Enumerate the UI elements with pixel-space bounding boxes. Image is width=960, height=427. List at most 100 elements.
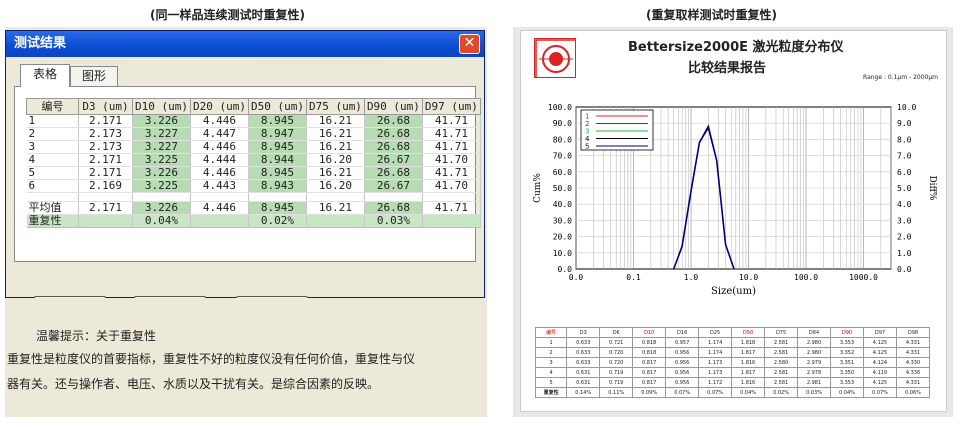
report-column-header: D10	[632, 327, 667, 338]
report-row: 2 0.633 0.720 0.818 0.956 1.174 1.817 2.581 2.98…	[534, 347, 931, 358]
table-cell: 平均值	[26, 201, 79, 215]
report-cell: 0.956	[665, 347, 700, 358]
table-row: 6 2.169 3.225 4.443 8.943 16.20 26.67 41.70	[26, 179, 481, 193]
window-titlebar[interactable]: 测试结果 ✕	[6, 31, 484, 57]
x-tick-label: 1000.0	[849, 273, 878, 282]
report-cell: 0.631	[566, 377, 601, 388]
report-cell: 1.172	[698, 377, 733, 388]
table-cell: 0.03%	[364, 214, 423, 228]
report-cell: 重复性	[534, 387, 568, 398]
table-cell: 8.944	[248, 153, 307, 167]
report-cell: 0.14%	[566, 387, 601, 398]
window-title: 测试结果	[14, 36, 67, 51]
table-cell: 41.71	[422, 166, 481, 180]
report-cell: 1.174	[698, 337, 733, 348]
y-right-tick-label: 5.0	[897, 184, 912, 193]
table-cell: 26.67	[364, 179, 423, 193]
column-header[interactable]: D20 (um)	[189, 98, 249, 115]
report-cell: 4.331	[895, 347, 931, 358]
report-cell: 2	[534, 347, 568, 358]
table-cell: 4.446	[190, 140, 249, 154]
column-header[interactable]: D97 (um)	[421, 98, 481, 115]
y-right-tick-label: 1.0	[897, 249, 912, 258]
report-cell: 1.174	[698, 347, 733, 358]
table-cell: 4.444	[190, 153, 249, 167]
column-header[interactable]: D75 (um)	[305, 98, 365, 115]
report-column-header: D98	[895, 327, 931, 338]
y-axis-label: Cum%	[533, 173, 543, 203]
report-title: Bettersize2000E 激光粒度分布仪	[628, 40, 844, 55]
table-cell: 3.225	[132, 153, 191, 167]
column-header[interactable]: D50 (um)	[247, 98, 307, 115]
report-row: 重复性 0.14% 0.11% 0.09% 0.07% 0.07% 0.04% 0.02% 0.…	[534, 387, 931, 398]
table-row: 重复性 0.04% 0.02% 0.03%	[26, 214, 481, 228]
table-cell: 8.945	[248, 201, 307, 215]
report-cell: 2.978	[797, 367, 832, 378]
table-row: 平均值 2.171 3.226 4.446 8.945 16.21 26.68 41.71	[26, 201, 481, 215]
tab-table[interactable]: 表格	[20, 64, 70, 87]
report-row: 1 0.633 0.721 0.818 0.957 1.174 1.818 2.581 2.98…	[534, 337, 931, 348]
y-right-tick-label: 0.0	[897, 265, 912, 274]
table-cell: 26.68	[364, 166, 423, 180]
table-cell: 2.171	[78, 166, 133, 180]
tip-text-line: 器有关。还与操作者、电压、水质以及干扰有关。是综合因素的反映。	[7, 377, 380, 391]
table-cell: 6	[26, 179, 79, 193]
report-cell: 0.956	[665, 357, 700, 368]
table-cell: 8.947	[248, 127, 307, 141]
tab-graph[interactable]: 图形	[70, 66, 118, 87]
table-cell: 2.173	[78, 127, 133, 141]
report-cell: 4.331	[895, 337, 931, 348]
report-cell: 1	[534, 337, 568, 348]
report-cell: 0.817	[632, 357, 667, 368]
report-cell: 4.119	[862, 367, 897, 378]
report-cell: 3.353	[830, 337, 864, 348]
column-header[interactable]: D90 (um)	[363, 98, 423, 115]
x-tick-label: 10.0	[739, 273, 758, 282]
report-cell: 0.633	[566, 337, 601, 348]
column-header[interactable]: D3 (um)	[78, 98, 133, 115]
table-cell: 4.446	[190, 166, 249, 180]
x-axis-label: Size(um)	[711, 286, 756, 297]
table-cell: 4.443	[190, 179, 249, 193]
report-cell: 1.173	[698, 357, 733, 368]
table-cell: 26.68	[364, 140, 423, 154]
results-table: 编号 D3 (um) D10 (um) D20 (um) D50 (um) D75 (um…	[26, 98, 481, 228]
table-cell: 16.21	[306, 201, 365, 215]
report-cell: 0.818	[632, 347, 667, 358]
report-cell: 0.07%	[665, 387, 700, 398]
table-cell: 16.21	[306, 166, 365, 180]
table-cell: 41.71	[422, 127, 481, 141]
y-right-tick-label: 6.0	[897, 168, 912, 177]
y-tick-label: 20.0	[553, 233, 572, 242]
close-icon[interactable]: ✕	[459, 34, 480, 54]
report-cell: 2.979	[797, 357, 832, 368]
column-header[interactable]: D10 (um)	[132, 98, 191, 115]
report-cell: 0.817	[632, 367, 667, 378]
report-cell: 0.633	[566, 347, 601, 358]
table-cell	[78, 214, 133, 228]
table-cell: 重复性	[26, 214, 79, 228]
table-cell: 26.68	[364, 127, 423, 141]
report-cell: 1.817	[731, 347, 766, 358]
report-cell: 0.06%	[895, 387, 931, 398]
report-cell: 0.07%	[698, 387, 733, 398]
report-cell: 4.124	[862, 357, 897, 368]
report-cell: 4.336	[895, 367, 931, 378]
column-header[interactable]: 编号	[26, 98, 79, 115]
table-cell: 2.169	[78, 179, 133, 193]
report-cell: 0.02%	[764, 387, 799, 398]
tip-text-line: 重复性是粒度仪的首要指标，重复性不好的粒度仪没有任何价值，重复性与仪	[7, 352, 416, 366]
table-cell: 4.447	[190, 127, 249, 141]
x-tick-label: 100.0	[794, 273, 818, 282]
report-cell: 0.07%	[862, 387, 897, 398]
report-cell: 0.11%	[599, 387, 634, 398]
report-cell: 1.817	[731, 367, 766, 378]
report-column-header: D90	[830, 327, 864, 338]
table-cell: 2.171	[78, 153, 133, 167]
legend-label: 5	[585, 143, 589, 151]
report-cell: 3.351	[830, 357, 864, 368]
table-row: 4 2.171 3.225 4.444 8.944 16.20 26.67 41.70	[26, 153, 481, 167]
table-row: 1 2.171 3.226 4.446 8.945 16.21 26.68 41.71	[26, 114, 481, 128]
x-tick-label: 0.0	[569, 273, 584, 282]
report-cell: 4.125	[862, 377, 897, 388]
